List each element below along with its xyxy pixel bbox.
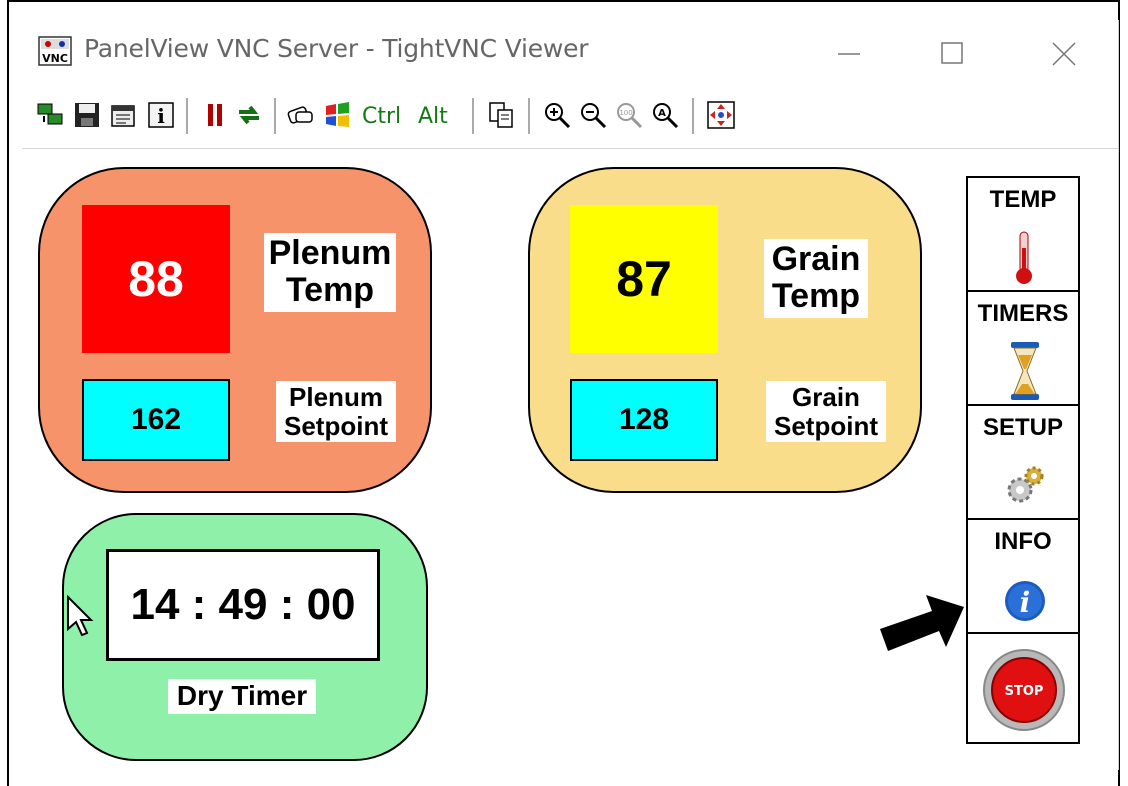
vnc-viewer-window: VNC PanelView VNC Server - TightVNC View…: [22, 20, 1119, 770]
toolbar-separator: [528, 98, 530, 134]
gears-icon: [1007, 466, 1044, 503]
toolbar: i Ctrl Alt 100 A: [22, 86, 1118, 149]
stop-button[interactable]: STOP: [966, 632, 1080, 744]
maximize-button[interactable]: [932, 34, 972, 74]
stop-label: STOP: [1005, 684, 1044, 699]
plenum-setpoint-label-line1: Plenum: [289, 382, 383, 412]
plenum-setpoint-field[interactable]: 162: [82, 379, 230, 461]
clipboard-icon[interactable]: [486, 100, 516, 130]
minimize-button[interactable]: [830, 34, 870, 74]
toolbar-separator: [274, 98, 276, 134]
grain-setpoint-field[interactable]: 128: [570, 379, 718, 461]
stop-icon: STOP: [983, 649, 1065, 731]
plenum-panel: 88 Plenum Temp 162 Plenum Setpoint: [38, 167, 432, 493]
dry-timer-label: Dry Timer: [168, 679, 316, 714]
svg-text:VNC: VNC: [42, 52, 68, 65]
grain-temp-label: Grain Temp: [764, 239, 868, 318]
title-bar: VNC PanelView VNC Server - TightVNC View…: [22, 20, 1118, 85]
plenum-setpoint-label: Plenum Setpoint: [276, 381, 396, 443]
temp-nav-button[interactable]: TEMP: [966, 176, 1080, 294]
grain-temp-label-line1: Grain: [771, 240, 861, 278]
save-icon[interactable]: [72, 100, 102, 130]
plenum-temp-label-line2: Temp: [285, 271, 375, 310]
refresh-icon[interactable]: [234, 100, 264, 130]
svg-text:i: i: [1020, 586, 1031, 619]
thermometer-icon: [1016, 231, 1032, 284]
grain-setpoint-label-line2: Setpoint: [774, 410, 878, 441]
minimize-icon: [838, 53, 860, 55]
dry-timer-panel: 14 : 49 : 00 Dry Timer: [62, 513, 428, 761]
nav-column: TEMP TIMERS SETUP INFO i STOP: [966, 176, 1080, 744]
zoom-in-icon[interactable]: [542, 100, 572, 130]
info-nav-button[interactable]: INFO i: [966, 518, 1080, 636]
new-connection-icon[interactable]: [36, 100, 66, 130]
toolbar-separator: [186, 98, 188, 134]
dry-timer-value: 14 : 49 : 00: [106, 549, 380, 661]
zoom-auto-icon[interactable]: A: [650, 100, 680, 130]
send-win-key-icon[interactable]: [322, 100, 352, 130]
grain-setpoint-label-line1: Grain: [792, 382, 860, 412]
grain-setpoint-label: Grain Setpoint: [766, 381, 886, 443]
toolbar-separator: [692, 98, 694, 134]
ctrl-key-button[interactable]: Ctrl: [362, 104, 401, 129]
info-nav-label: INFO: [994, 528, 1052, 555]
pointer-arrow-icon: [880, 595, 964, 651]
hmi-screen: 88 Plenum Temp 162 Plenum Setpoint 87 Gr…: [22, 149, 1106, 770]
close-button[interactable]: [1044, 34, 1084, 74]
toolbar-separator: [472, 98, 474, 134]
svg-text:A: A: [658, 108, 666, 119]
info-circle-icon: i: [1005, 581, 1045, 621]
alt-key-button[interactable]: Alt: [418, 104, 448, 129]
grain-temp-label-line2: Temp: [771, 277, 861, 316]
zoom-100-icon[interactable]: 100: [614, 100, 644, 130]
hourglass-icon: [1011, 342, 1039, 400]
plenum-temp-label-line1: Plenum: [268, 234, 392, 272]
grain-panel: 87 Grain Temp 128 Grain Setpoint: [528, 167, 922, 493]
info-icon[interactable]: i: [146, 100, 176, 130]
mouse-cursor-icon: [67, 595, 94, 637]
temp-nav-label: TEMP: [989, 186, 1057, 213]
maximize-icon: [941, 42, 963, 64]
setup-nav-button[interactable]: SETUP: [966, 404, 1080, 522]
timers-nav-button[interactable]: TIMERS: [966, 290, 1080, 408]
svg-text:i: i: [157, 104, 165, 128]
timers-nav-label: TIMERS: [977, 300, 1069, 327]
window-title: PanelView VNC Server - TightVNC Viewer: [84, 34, 589, 63]
zoom-out-icon[interactable]: [578, 100, 608, 130]
pause-icon[interactable]: [200, 100, 230, 130]
tightvnc-app-icon: VNC: [38, 36, 72, 66]
svg-text:100: 100: [619, 109, 632, 117]
options-icon[interactable]: [108, 100, 138, 130]
close-icon: [1052, 42, 1076, 66]
fullscreen-icon[interactable]: [706, 100, 736, 130]
plenum-temp-label: Plenum Temp: [264, 233, 396, 312]
plenum-temp-value: 88: [82, 205, 230, 353]
plenum-setpoint-label-line2: Setpoint: [284, 410, 388, 441]
send-ctrl-alt-del-icon[interactable]: [286, 100, 316, 130]
grain-temp-value: 87: [570, 205, 718, 353]
setup-nav-label: SETUP: [982, 414, 1063, 441]
